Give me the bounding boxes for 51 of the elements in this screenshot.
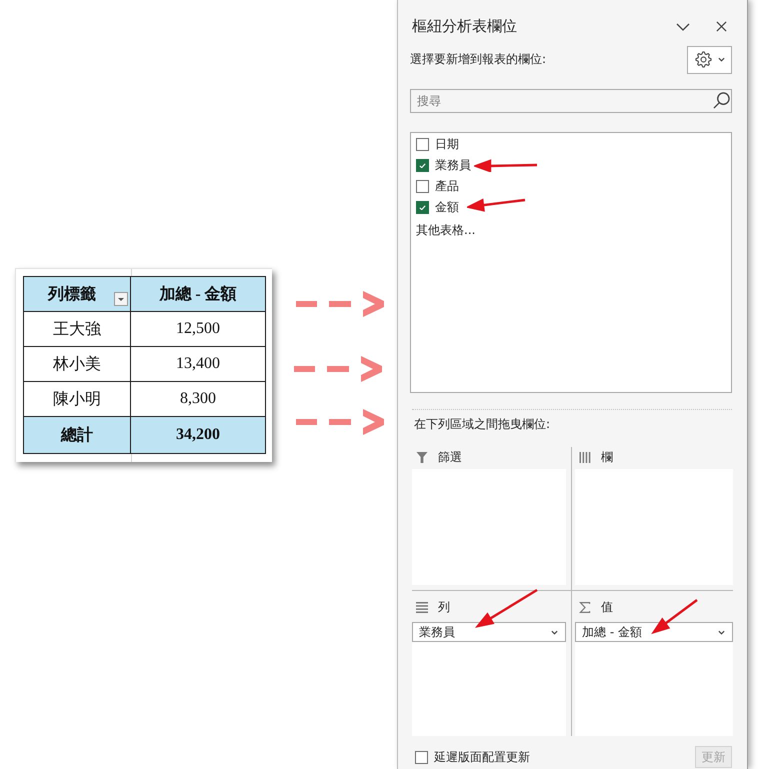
- dropdown-icon[interactable]: [114, 292, 128, 306]
- sigma-icon: [579, 602, 591, 614]
- total-cell: 總計: [24, 416, 131, 454]
- chevron-down-icon[interactable]: [676, 22, 690, 31]
- checkbox[interactable]: [416, 180, 429, 193]
- column-header-text: 加總 - 金額: [159, 286, 237, 302]
- pointer-arrow: [474, 159, 539, 172]
- checkbox[interactable]: [416, 200, 429, 214]
- checkbox[interactable]: [415, 750, 428, 764]
- settings-icon: [694, 51, 712, 68]
- field-dropdown[interactable]: 業務員: [412, 622, 566, 642]
- settings-button[interactable]: [687, 46, 732, 74]
- field-label[interactable]: 日期: [435, 136, 459, 153]
- more-tables-link[interactable]: 其他表格...: [416, 220, 476, 241]
- instruction-text: 選擇要新增到報表的欄位:: [410, 51, 546, 68]
- drop-area[interactable]: 加總 - 金額: [575, 622, 733, 736]
- defer-update-label[interactable]: 延遲版面配置更新: [434, 748, 695, 766]
- area-label: 值: [601, 599, 613, 616]
- area-label: 列: [438, 599, 450, 616]
- column-header-text: 列標籤: [48, 286, 96, 302]
- columns-icon: [579, 452, 591, 464]
- instruction-text: 在下列區域之間拖曳欄位:: [414, 417, 552, 432]
- table-cell: 8,300: [130, 382, 266, 416]
- close-icon[interactable]: [716, 21, 727, 32]
- field-name: 加總 - 金額: [582, 624, 642, 641]
- search-field[interactable]: 搜尋: [410, 88, 732, 113]
- field-dropdown[interactable]: 加總 - 金額: [575, 622, 733, 642]
- caret-icon: [718, 57, 724, 62]
- area-label: 欄: [601, 449, 613, 466]
- pane-title: 樞紐分析表欄位: [412, 17, 518, 36]
- filter-icon: [416, 452, 428, 464]
- drop-area[interactable]: 業務員: [412, 622, 566, 736]
- checkbox[interactable]: [416, 138, 429, 151]
- field-label[interactable]: 業務員: [435, 156, 471, 174]
- total-cell: 34,200: [130, 416, 266, 454]
- search-icon[interactable]: [713, 92, 730, 109]
- area-label: 篩選: [438, 449, 462, 466]
- checkmark-icon: [419, 204, 426, 210]
- checkmark-icon: [419, 162, 426, 168]
- caret-icon: [718, 630, 725, 635]
- table-cell: 12,500: [130, 312, 266, 346]
- caret-icon: [551, 630, 558, 635]
- checkbox[interactable]: [416, 158, 429, 172]
- rows-icon: [416, 602, 428, 614]
- field-name: 業務員: [419, 624, 455, 641]
- field-label[interactable]: 產品: [435, 178, 459, 195]
- field-label[interactable]: 金額: [435, 198, 459, 216]
- table-cell: 林小美: [24, 346, 131, 382]
- table-cell: 王大強: [24, 312, 131, 346]
- table-cell: 陳小明: [24, 382, 131, 416]
- table-cell: 13,400: [130, 346, 266, 382]
